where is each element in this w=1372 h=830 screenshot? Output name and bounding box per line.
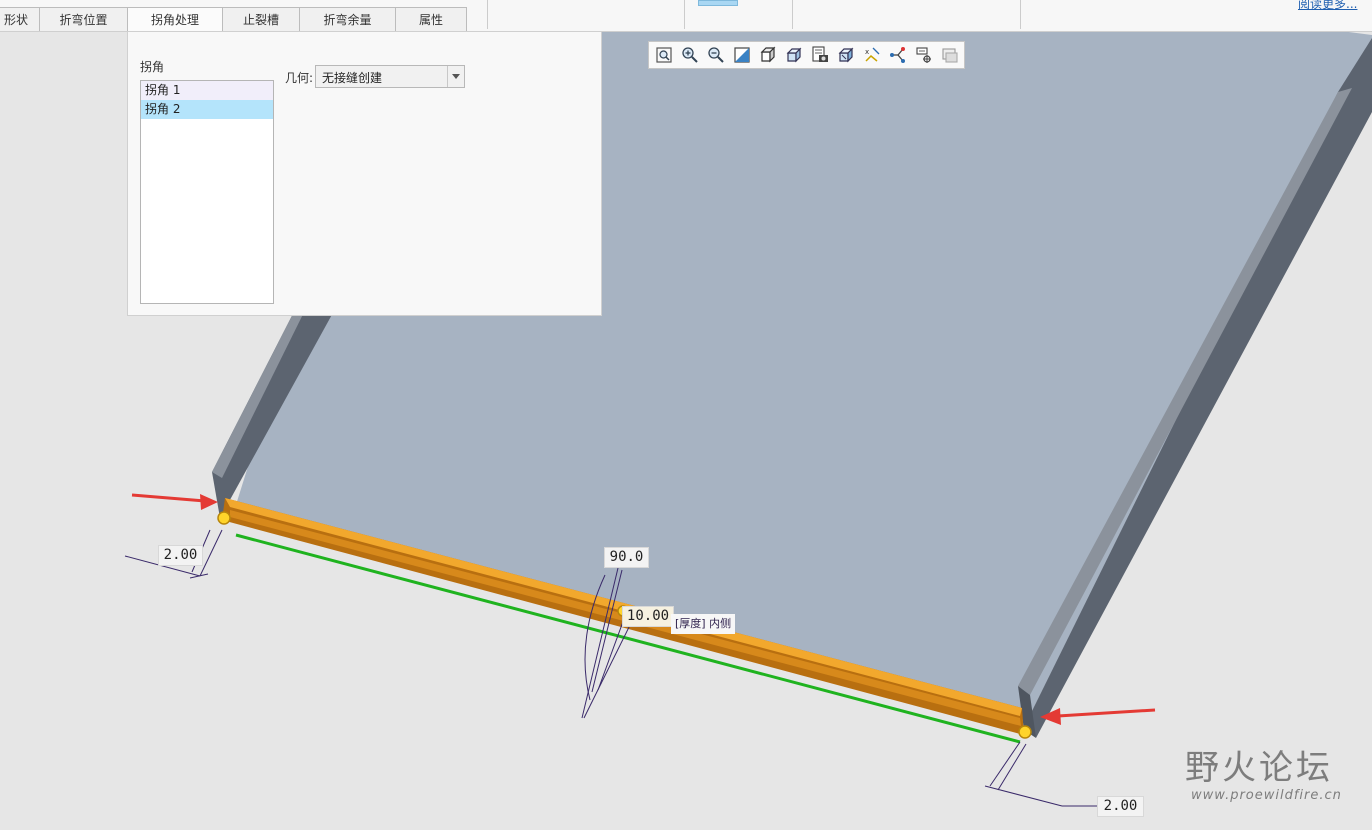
thickness-side-label[interactable]: [厚度] 内侧 <box>671 614 736 634</box>
corner-list[interactable]: 拐角 1 拐角 2 <box>140 80 274 304</box>
tab-bend-allowance[interactable]: 折弯余量 <box>299 7 396 31</box>
dim-left-value[interactable]: 2.00 <box>158 545 203 566</box>
corner-item-2[interactable]: 拐角 2 <box>141 100 273 119</box>
tab-label: 拐角处理 <box>150 13 199 27</box>
graphics-toolbar: x <box>648 41 965 69</box>
zoom-out-icon[interactable] <box>706 45 726 65</box>
forum-watermark: 野火论坛 www.proewildfire.cn <box>1185 748 1342 803</box>
corner-item-1[interactable]: 拐角 1 <box>141 81 273 100</box>
annotation-display-icon[interactable] <box>888 45 908 65</box>
tab-label: 折弯位置 <box>59 13 108 27</box>
geometry-dropdown[interactable]: 无接缝创建 <box>315 65 465 88</box>
tab-bend-position[interactable]: 折弯位置 <box>39 7 128 31</box>
read-more-link[interactable]: 阅读更多... <box>1298 0 1357 12</box>
separator <box>1020 0 1021 29</box>
datum-display-icon[interactable]: x <box>862 45 882 65</box>
tab-label: 止裂槽 <box>242 13 279 27</box>
chevron-down-icon[interactable] <box>447 66 464 87</box>
corner-list-label: 拐角 <box>140 60 165 74</box>
dim-right-lines <box>984 741 1100 807</box>
tab-label: 属性 <box>418 13 443 27</box>
spin-center-icon[interactable] <box>914 45 934 65</box>
length-value[interactable]: 10.00 <box>622 606 674 627</box>
corner-handle-right[interactable] <box>1018 725 1032 739</box>
svg-text:x: x <box>865 48 869 56</box>
repaint-icon[interactable] <box>732 45 752 65</box>
separator <box>792 0 793 29</box>
watermark-title: 野火论坛 <box>1185 748 1333 788</box>
tab-corner-treatment[interactable]: 拐角处理 <box>127 7 223 32</box>
separator <box>684 0 685 29</box>
tab-relief[interactable]: 止裂槽 <box>222 7 300 31</box>
angle-value[interactable]: 90.0 <box>604 547 649 568</box>
separator <box>487 0 488 29</box>
dashboard-header: 形状 折弯位置 拐角处理 止裂槽 折弯余量 属性 阅读更多... <box>0 0 1372 32</box>
saved-views-icon[interactable] <box>810 45 830 65</box>
zoom-in-icon[interactable] <box>680 45 700 65</box>
geometry-value: 无接缝创建 <box>322 71 383 85</box>
tab-properties[interactable]: 属性 <box>395 7 467 31</box>
dim-right-value[interactable]: 2.00 <box>1097 796 1144 817</box>
plane-display-icon[interactable] <box>940 45 960 65</box>
display-style-icon[interactable] <box>758 45 778 65</box>
color-swatch[interactable] <box>698 0 738 6</box>
geometry-label: 几何: <box>285 71 314 85</box>
tab-shape[interactable]: 形状 <box>0 7 40 31</box>
corner-handle-left[interactable] <box>217 511 231 525</box>
tab-label: 折弯余量 <box>323 13 372 27</box>
tab-label: 形状 <box>3 13 28 27</box>
refit-icon[interactable] <box>654 45 674 65</box>
view-orientation-icon[interactable] <box>784 45 804 65</box>
corner-treatment-panel: 拐角 拐角 1 拐角 2 几何: 无接缝创建 <box>127 31 602 316</box>
view-manager-icon[interactable] <box>836 45 856 65</box>
watermark-url: www.proewildfire.cn <box>1191 788 1342 803</box>
